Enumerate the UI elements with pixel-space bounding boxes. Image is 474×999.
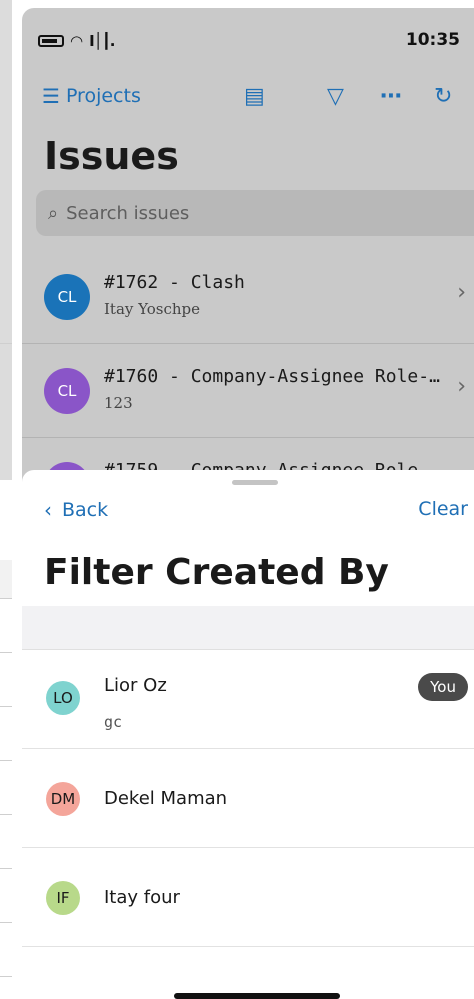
- issues-toolbar: ☰ Projects ▤ ▽ ⋯ ↻: [22, 84, 474, 124]
- chevron-right-icon: ›: [457, 374, 466, 399]
- divider: [0, 706, 12, 707]
- status-bar: ◠ I│┃. 10:35: [22, 8, 474, 68]
- issue-row[interactable]: CL #1762 - Clash Itay Yoschpe ›: [22, 250, 474, 344]
- more-icon[interactable]: ⋯: [380, 84, 403, 109]
- filter-icon[interactable]: ▽: [327, 84, 344, 109]
- divider: [0, 343, 12, 344]
- search-placeholder: Search issues: [66, 202, 190, 224]
- issue-subtitle: 123: [104, 394, 133, 412]
- issue-title: #1760 - Company-Assignee Role-…: [104, 366, 440, 387]
- issue-title: #1762 - Clash: [104, 272, 245, 293]
- divider: [0, 868, 12, 869]
- person-name: Itay four: [104, 887, 180, 908]
- status-icons: ◠ I│┃.: [38, 32, 115, 50]
- projects-button[interactable]: ☰ Projects: [42, 84, 141, 108]
- avatar: DM: [46, 782, 80, 816]
- person-row[interactable]: IF Itay four: [22, 849, 474, 947]
- person-row[interactable]: LO Lior Oz gc You: [22, 651, 474, 749]
- page-title: Issues: [44, 134, 179, 178]
- divider: [0, 760, 12, 761]
- back-button[interactable]: ‹ Back: [44, 498, 108, 522]
- back-label: Back: [62, 499, 109, 521]
- avatar: CL: [44, 274, 90, 320]
- avatar: IF: [46, 881, 80, 915]
- background-band: [0, 560, 12, 598]
- filter-sheet: ‹ Back Clear Filter Created By LO Lior O…: [22, 470, 474, 999]
- sheet-grabber[interactable]: [232, 480, 278, 485]
- list-icon: ☰: [42, 84, 60, 108]
- section-header: [22, 606, 474, 650]
- person-name: Dekel Maman: [104, 788, 228, 809]
- divider: [0, 922, 12, 923]
- divider: [0, 598, 12, 599]
- projects-label: Projects: [65, 85, 141, 107]
- person-role: gc: [104, 713, 123, 731]
- signal-icon: I│┃.: [89, 32, 115, 50]
- issue-row[interactable]: CL #1760 - Company-Assignee Role-… 123 ›: [22, 344, 474, 438]
- avatar: CL: [44, 368, 90, 414]
- sheet-title: Filter Created By: [44, 552, 389, 593]
- battery-icon: [38, 35, 64, 47]
- wifi-icon: ◠: [70, 32, 84, 50]
- avatar: LO: [46, 681, 80, 715]
- clear-button[interactable]: Clear: [418, 498, 468, 520]
- person-name: Lior Oz: [104, 675, 167, 696]
- you-badge: You: [418, 673, 468, 701]
- divider: [0, 814, 12, 815]
- map-icon[interactable]: ▤: [244, 84, 265, 109]
- refresh-icon[interactable]: ↻: [434, 84, 452, 109]
- issues-screen: ◠ I│┃. 10:35 ☰ Projects ▤ ▽ ⋯ ↻ Issues ⌕…: [22, 8, 474, 528]
- chevron-left-icon: ‹: [44, 498, 52, 522]
- divider: [0, 976, 12, 977]
- divider: [0, 652, 12, 653]
- issue-subtitle: Itay Yoschpe: [104, 300, 201, 318]
- home-indicator[interactable]: [174, 993, 340, 999]
- status-time: 10:35: [405, 30, 460, 50]
- background-sheet-edge: [0, 0, 12, 999]
- person-row[interactable]: DM Dekel Maman: [22, 750, 474, 848]
- chevron-right-icon: ›: [457, 280, 466, 305]
- search-input[interactable]: ⌕ Search issues: [36, 190, 474, 236]
- search-icon: ⌕: [48, 202, 59, 224]
